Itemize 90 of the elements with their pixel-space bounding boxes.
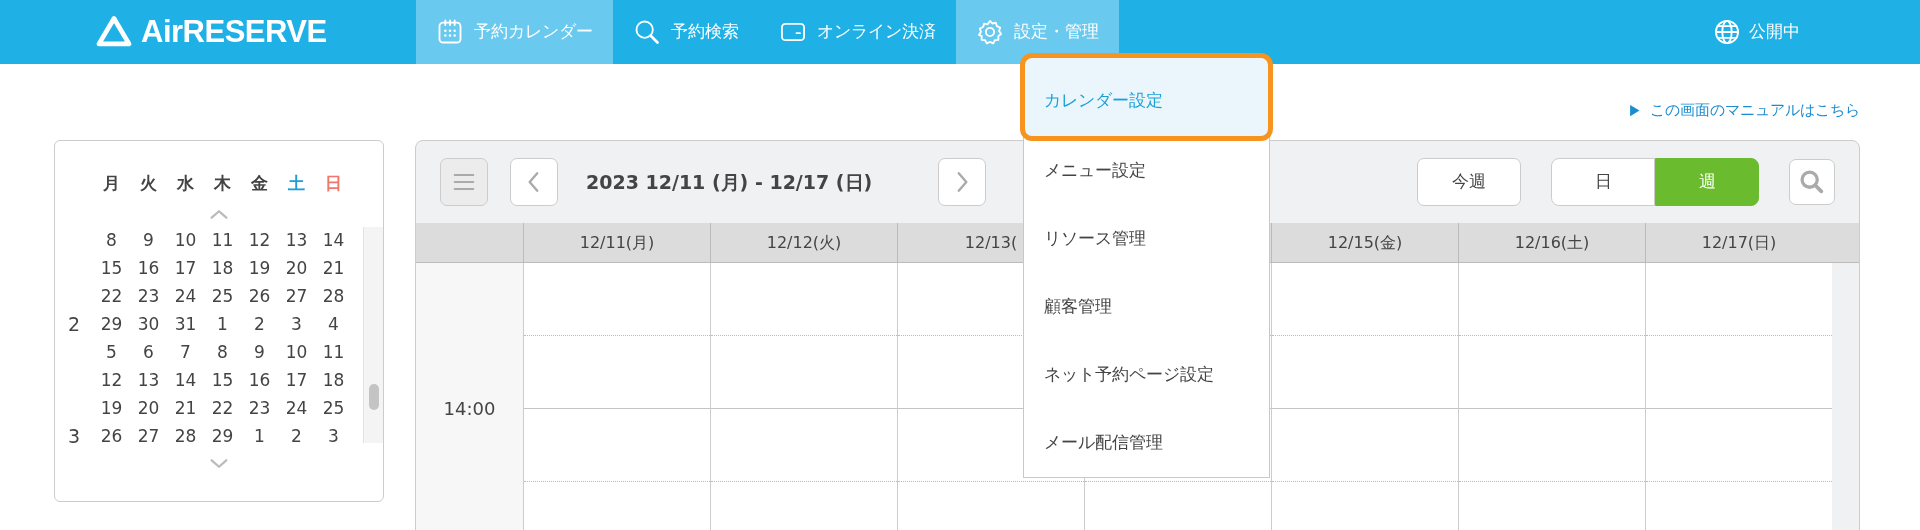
menu-button[interactable] xyxy=(440,158,488,206)
day-number[interactable]: 26 xyxy=(93,423,130,443)
day-number[interactable]: 27 xyxy=(130,423,167,443)
day-column[interactable] xyxy=(1645,263,1832,530)
next-week-button[interactable] xyxy=(938,158,986,206)
day-number[interactable]: 16 xyxy=(241,367,278,394)
search-button[interactable] xyxy=(1789,159,1835,205)
day-number[interactable]: 21 xyxy=(167,395,204,422)
day-column[interactable] xyxy=(710,263,897,530)
play-icon xyxy=(1627,102,1642,118)
day-column-header: 12/11(月) xyxy=(523,223,710,262)
day-number[interactable]: 23 xyxy=(130,283,167,310)
weekday-label: 日 xyxy=(324,172,343,195)
day-number[interactable]: 15 xyxy=(204,367,241,394)
day-number[interactable]: 14 xyxy=(315,227,352,254)
date-range-title: 2023 12/11 (月) - 12/17 (日) xyxy=(586,169,874,195)
day-number[interactable]: 2 xyxy=(278,423,315,443)
day-number[interactable]: 15 xyxy=(93,255,130,282)
day-number[interactable]: 10 xyxy=(278,339,315,366)
day-number[interactable]: 13 xyxy=(278,227,315,254)
day-number[interactable]: 9 xyxy=(130,227,167,254)
time-label: 14:00 xyxy=(443,398,496,419)
weekday-label: 金 xyxy=(250,172,269,195)
day-number[interactable]: 9 xyxy=(241,339,278,366)
day-number[interactable]: 1 xyxy=(241,423,278,443)
day-number[interactable]: 7 xyxy=(167,339,204,366)
day-number[interactable]: 1 xyxy=(204,311,241,338)
day-number[interactable]: 30 xyxy=(130,311,167,338)
globe-icon xyxy=(1713,18,1741,46)
day-column[interactable] xyxy=(1271,263,1458,530)
day-number[interactable]: 12 xyxy=(241,227,278,254)
month-label: 2 xyxy=(66,312,82,338)
day-number[interactable]: 17 xyxy=(278,367,315,394)
day-number[interactable]: 22 xyxy=(204,395,241,422)
day-number[interactable]: 20 xyxy=(278,255,315,282)
day-number[interactable]: 18 xyxy=(315,367,352,394)
day-number[interactable]: 11 xyxy=(315,339,352,366)
day-number[interactable]: 24 xyxy=(278,395,315,422)
scrollbar-thumb[interactable] xyxy=(369,383,379,410)
day-number[interactable]: 18 xyxy=(204,255,241,282)
day-number[interactable]: 19 xyxy=(241,255,278,282)
day-number[interactable]: 12 xyxy=(93,367,130,394)
previous-week-button[interactable] xyxy=(510,158,558,206)
day-number[interactable]: 3 xyxy=(278,311,315,338)
day-number[interactable]: 2 xyxy=(241,311,278,338)
day-number[interactable]: 27 xyxy=(278,283,315,310)
weekday-label: 木 xyxy=(213,172,232,195)
day-number[interactable]: 5 xyxy=(93,339,130,366)
day-column-header: 12/12(火) xyxy=(710,223,897,262)
gear-icon xyxy=(976,18,1004,46)
weekday-label: 土 xyxy=(287,172,306,195)
day-column-header: 12/15(金) xyxy=(1271,223,1458,262)
day-number[interactable]: 13 xyxy=(130,367,167,394)
day-number[interactable]: 3 xyxy=(315,423,352,443)
day-column-header: 12/17(日) xyxy=(1645,223,1832,262)
day-number[interactable]: 6 xyxy=(130,339,167,366)
day-number[interactable]: 10 xyxy=(167,227,204,254)
day-number[interactable]: 29 xyxy=(93,311,130,338)
day-number[interactable]: 23 xyxy=(241,395,278,422)
day-number[interactable]: 22 xyxy=(93,283,130,310)
day-number[interactable]: 16 xyxy=(130,255,167,282)
search-icon xyxy=(1798,168,1826,196)
day-number[interactable]: 26 xyxy=(241,283,278,310)
day-number[interactable]: 4 xyxy=(315,311,352,338)
day-number[interactable]: 14 xyxy=(167,367,204,394)
weekday-label: 月 xyxy=(102,172,121,195)
day-number[interactable]: 20 xyxy=(130,395,167,422)
search-icon xyxy=(633,18,661,46)
this-week-button[interactable]: 今週 xyxy=(1417,158,1521,206)
day-number[interactable]: 25 xyxy=(204,283,241,310)
day-number[interactable]: 24 xyxy=(167,283,204,310)
day-number[interactable]: 11 xyxy=(204,227,241,254)
day-number[interactable]: 31 xyxy=(167,311,204,338)
day-column-header: 12/16(土) xyxy=(1458,223,1645,262)
day-number[interactable]: 19 xyxy=(93,395,130,422)
day-number[interactable]: 25 xyxy=(315,395,352,422)
day-number[interactable]: 8 xyxy=(204,339,241,366)
weekday-label: 水 xyxy=(176,172,195,195)
day-number[interactable]: 28 xyxy=(315,283,352,310)
day-column[interactable] xyxy=(523,263,710,530)
day-number[interactable]: 17 xyxy=(167,255,204,282)
manual-link[interactable]: この画面のマニュアルはこちら xyxy=(1650,98,1860,122)
calendar-icon xyxy=(436,18,464,46)
day-number[interactable]: 28 xyxy=(167,423,204,443)
day-column[interactable] xyxy=(1458,263,1645,530)
day-number[interactable]: 21 xyxy=(315,255,352,282)
day-number[interactable]: 29 xyxy=(204,423,241,443)
day-number[interactable]: 8 xyxy=(93,227,130,254)
view-toggle[interactable]: 日 xyxy=(1551,158,1655,206)
weekday-label: 火 xyxy=(139,172,158,195)
